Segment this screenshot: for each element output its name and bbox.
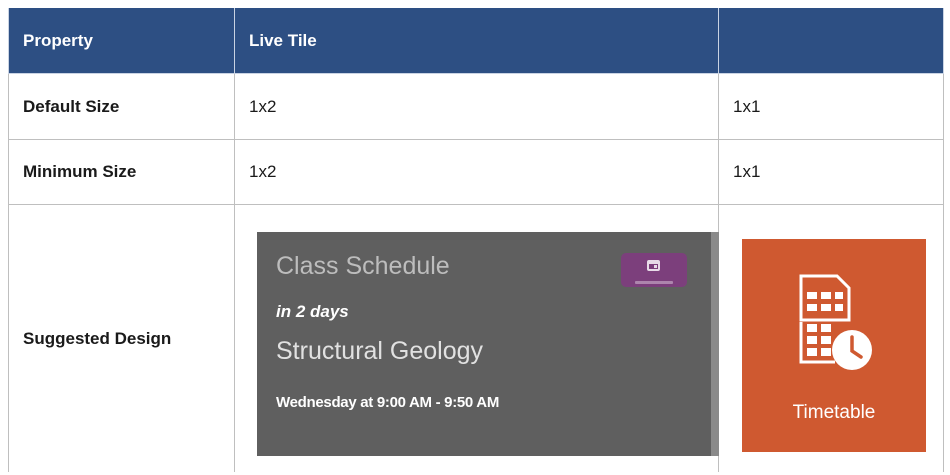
- live-tile-title: Class Schedule: [276, 252, 450, 280]
- minimum-size-live-tile: 1x2: [234, 139, 719, 205]
- table-row: Suggested Design Class Schedule in 2 day…: [8, 204, 944, 472]
- live-tile-course: Structural Geology: [276, 337, 484, 365]
- tile-properties-table: Property Live Tile Default Size 1x2 1x1 …: [8, 8, 944, 472]
- row-label-suggested-design: Suggested Design: [8, 204, 235, 472]
- suggested-design-live-tile-cell: Class Schedule in 2 days Structural Geol…: [234, 204, 719, 472]
- badge-caption: [635, 281, 673, 284]
- suggested-design-small-tile-cell: Timetable: [718, 204, 944, 472]
- page: Property Live Tile Default Size 1x2 1x1 …: [0, 0, 950, 475]
- class-schedule-live-tile: Class Schedule in 2 days Structural Geol…: [257, 232, 719, 456]
- row-label-default-size: Default Size: [8, 73, 235, 140]
- header-small-tile: [718, 8, 944, 74]
- table-row: Default Size 1x2 1x1: [8, 73, 944, 140]
- table-row: Minimum Size 1x2 1x1: [8, 139, 944, 205]
- timetable-tile-label: Timetable: [792, 402, 876, 423]
- minimum-size-small-tile: 1x1: [718, 139, 944, 205]
- calendar-icon: [647, 260, 660, 271]
- default-size-small-tile: 1x1: [718, 73, 944, 140]
- default-size-live-tile: 1x2: [234, 73, 719, 140]
- header-property: Property: [8, 8, 235, 74]
- timetable-clock-icon: [799, 274, 872, 370]
- live-tile-time: Wednesday at 9:00 AM - 9:50 AM: [276, 394, 500, 411]
- timetable-tile: Timetable: [742, 239, 926, 452]
- row-label-minimum-size: Minimum Size: [8, 139, 235, 205]
- header-live-tile: Live Tile: [234, 8, 719, 74]
- live-tile-due: in 2 days: [276, 302, 349, 321]
- calendar-badge: [621, 253, 687, 287]
- table-header-row: Property Live Tile: [8, 8, 944, 74]
